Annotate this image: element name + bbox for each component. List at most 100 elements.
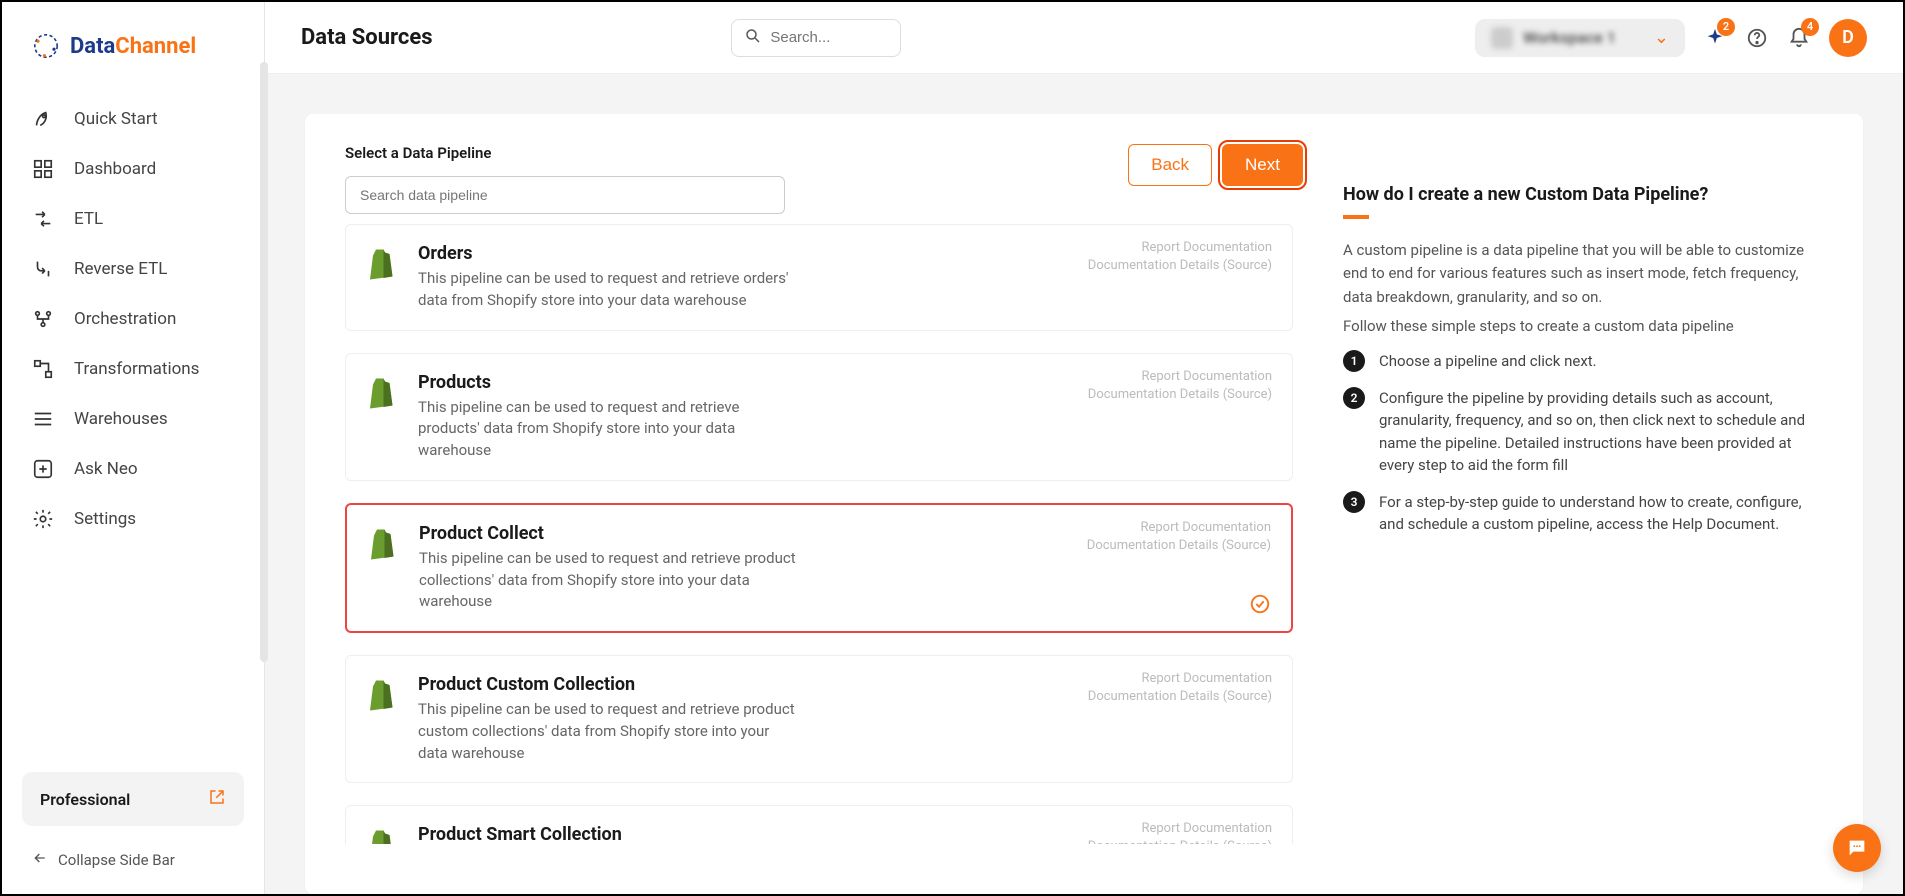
help-paragraph: Follow these simple steps to create a cu… [1343,315,1823,338]
global-search[interactable] [731,19,901,57]
pipeline-description: This pipeline can be used to request and… [419,548,799,613]
chat-button[interactable] [1833,824,1881,872]
workspace-name: Workspace 1 [1523,28,1616,47]
pipeline-card[interactable]: Product Smart CollectionThis pipeline ca… [345,805,1293,844]
sidebar-item-label: Settings [74,509,136,529]
documentation-details-link[interactable]: Documentation Details (Source) [1087,537,1271,555]
pipeline-list[interactable]: OrdersThis pipeline can be used to reque… [345,224,1303,844]
sidebar-item-label: Warehouses [74,409,168,429]
etl-icon [32,208,54,230]
report-documentation-link[interactable]: Report Documentation [1088,820,1272,838]
pipeline-card[interactable]: OrdersThis pipeline can be used to reque… [345,224,1293,331]
bell-icon[interactable]: 4 [1787,26,1811,50]
pipeline-description: This pipeline can be used to request and… [418,268,798,312]
sidebar-item-label: Reverse ETL [74,259,167,279]
pipeline-links: Report DocumentationDocumentation Detail… [1088,239,1272,275]
shopify-icon [365,525,401,561]
step-number: 1 [1343,350,1365,372]
pipeline-description: This pipeline can be used to request and… [418,397,798,462]
sidebar-item-label: Transformations [74,359,199,379]
sidebar-item-label: ETL [74,209,103,229]
pipeline-search-input[interactable] [345,176,785,214]
bell-badge: 4 [1801,18,1819,36]
sparkle-badge: 2 [1717,18,1735,36]
shopify-icon [364,374,400,410]
collapse-icon [32,850,48,870]
pipeline-card[interactable]: Product CollectThis pipeline can be used… [345,503,1293,633]
pipeline-links: Report DocumentationDocumentation Detail… [1088,368,1272,404]
pipeline-links: Report DocumentationDocumentation Detail… [1088,670,1272,706]
help-step: 1 Choose a pipeline and click next. [1343,350,1823,373]
sidebar-item-warehouses[interactable]: Warehouses [2,394,264,444]
logo[interactable]: DataChannel [2,2,264,84]
avatar[interactable]: D [1829,19,1867,57]
logo-icon [30,30,62,62]
nav: Quick Start Dashboard ETL Reverse ETL Or… [2,84,264,772]
sidebar-item-ask-neo[interactable]: Ask Neo [2,444,264,494]
chevron-down-icon: ⌄ [1654,27,1669,48]
sidebar-item-label: Quick Start [74,109,158,129]
help-step: 3For a step-by-step guide to understand … [1343,491,1823,536]
pipeline-card[interactable]: Product Custom CollectionThis pipeline c… [345,655,1293,783]
global-search-input[interactable] [770,29,888,46]
sidebar-item-orchestration[interactable]: Orchestration [2,294,264,344]
page-title: Data Sources [301,25,433,50]
section-label: Select a Data Pipeline [345,144,785,162]
collapse-sidebar[interactable]: Collapse Side Bar [22,846,244,874]
sidebar-item-etl[interactable]: ETL [2,194,264,244]
help-title: How do I create a new Custom Data Pipeli… [1343,184,1823,205]
logo-text: DataChannel [70,34,196,59]
check-circle-icon [1249,593,1271,615]
documentation-details-link[interactable]: Documentation Details (Source) [1088,688,1272,706]
sidebar-item-quick-start[interactable]: Quick Start [2,94,264,144]
orchestration-icon [32,308,54,330]
shopify-icon [364,826,400,844]
report-documentation-link[interactable]: Report Documentation [1088,670,1272,688]
plan-name: Professional [40,790,130,809]
plan-card[interactable]: Professional [22,772,244,826]
main-panel: Select a Data Pipeline Back Next OrdersT… [305,114,1863,894]
sidebar-item-label: Dashboard [74,159,156,179]
help-panel: How do I create a new Custom Data Pipeli… [1343,144,1823,864]
documentation-details-link[interactable]: Documentation Details (Source) [1088,838,1272,844]
collapse-label: Collapse Side Bar [58,851,175,869]
shopify-icon [364,245,400,281]
sidebar-item-label: Orchestration [74,309,176,329]
dashboard-icon [32,158,54,180]
sidebar-item-transformations[interactable]: Transformations [2,344,264,394]
back-button[interactable]: Back [1128,144,1212,186]
transformations-icon [32,358,54,380]
help-icon[interactable] [1745,26,1769,50]
topbar: Data Sources Workspace 1 ⌄ 2 [265,2,1903,74]
workspace-selector[interactable]: Workspace 1 ⌄ [1475,19,1685,57]
pipeline-card[interactable]: ProductsThis pipeline can be used to req… [345,353,1293,481]
report-documentation-link[interactable]: Report Documentation [1088,239,1272,257]
sidebar: DataChannel Quick Start Dashboard ETL Re… [2,2,265,894]
documentation-details-link[interactable]: Documentation Details (Source) [1088,386,1272,404]
workspace-icon [1491,27,1513,49]
pipeline-links: Report DocumentationDocumentation Detail… [1087,519,1271,555]
search-icon [744,27,762,49]
sidebar-item-settings[interactable]: Settings [2,494,264,544]
pipeline-links: Report DocumentationDocumentation Detail… [1088,820,1272,844]
step-text: Configure the pipeline by providing deta… [1379,387,1823,477]
gear-icon [32,508,54,530]
accent-bar [1343,215,1369,219]
sidebar-item-label: Ask Neo [74,459,138,479]
step-text: Choose a pipeline and click next. [1379,350,1597,373]
sidebar-item-dashboard[interactable]: Dashboard [2,144,264,194]
warehouses-icon [32,408,54,430]
step-text: For a step-by-step guide to understand h… [1379,491,1823,536]
step-number: 2 [1343,387,1365,409]
sidebar-item-reverse-etl[interactable]: Reverse ETL [2,244,264,294]
help-step: 2 Configure the pipeline by providing det… [1343,387,1823,477]
plus-square-icon [32,458,54,480]
next-button[interactable]: Next [1222,144,1303,186]
report-documentation-link[interactable]: Report Documentation [1087,519,1271,537]
pipeline-description: This pipeline can be used to request and… [418,699,798,764]
help-paragraph: A custom pipeline is a data pipeline tha… [1343,239,1823,309]
shopify-icon [364,676,400,712]
report-documentation-link[interactable]: Report Documentation [1088,368,1272,386]
documentation-details-link[interactable]: Documentation Details (Source) [1088,257,1272,275]
sparkle-icon[interactable]: 2 [1703,26,1727,50]
